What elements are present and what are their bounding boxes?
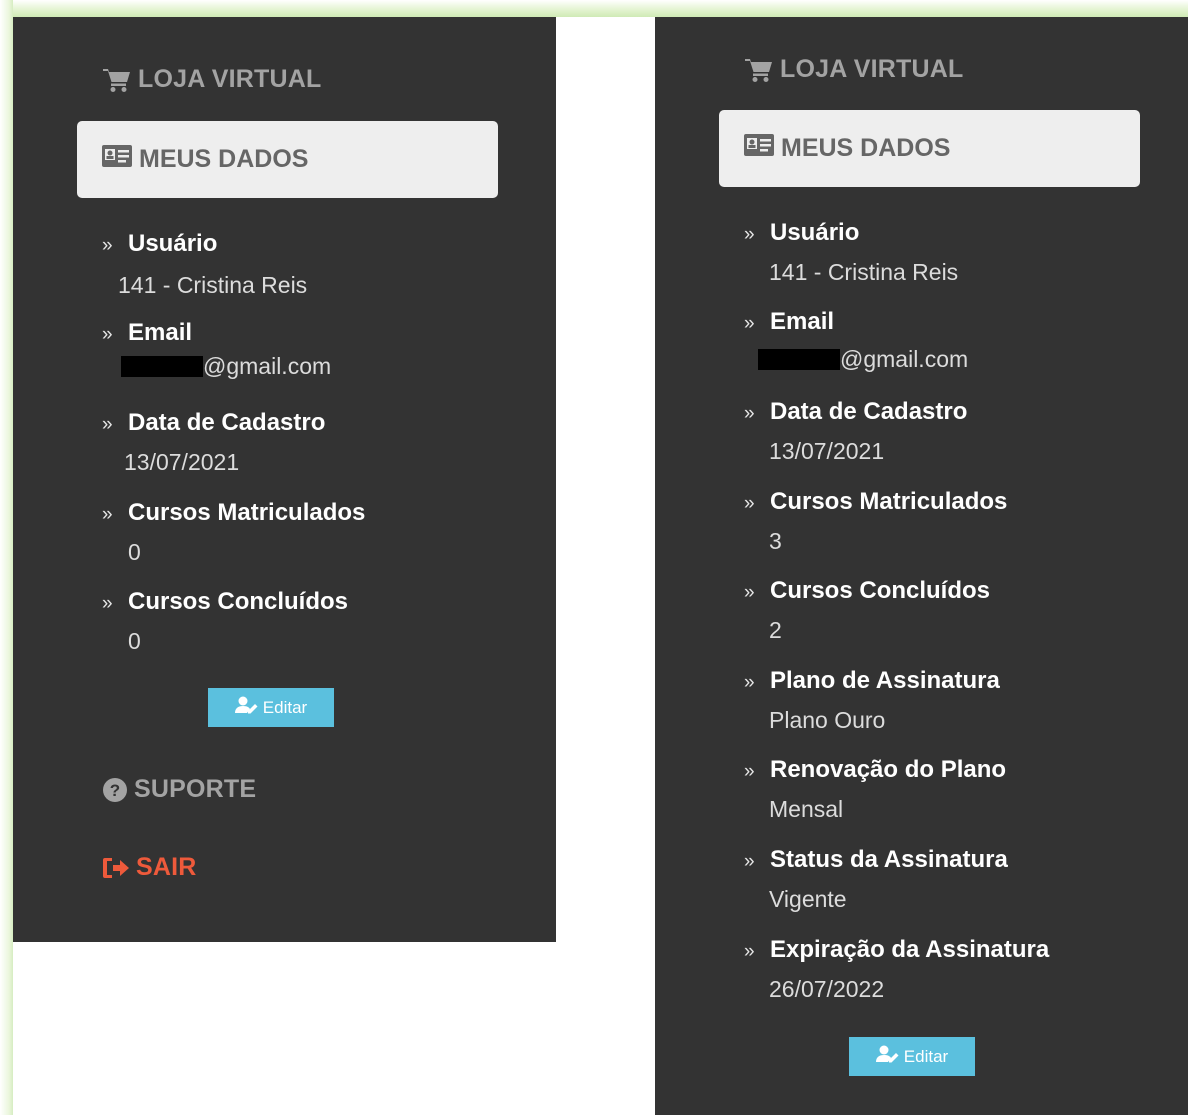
- nav-my-data-label: MEUS DADOS: [781, 134, 951, 162]
- chevron-icon: »: [744, 941, 755, 962]
- field-email: » Email @gmail.com: [744, 308, 968, 372]
- field-subscription-expiry: » Expiração da Assinatura 26/07/2022: [744, 936, 1050, 1002]
- nav-my-data-active[interactable]: MEUS DADOS: [77, 121, 498, 198]
- nav-my-data-label: MEUS DADOS: [139, 145, 309, 173]
- nav-support-link[interactable]: ? SUPORTE: [102, 775, 256, 804]
- edit-button[interactable]: Editar: [849, 1037, 975, 1076]
- chevron-icon: »: [744, 672, 755, 693]
- edit-button[interactable]: Editar: [208, 688, 334, 727]
- field-label: Usuário: [128, 230, 218, 257]
- chevron-icon: »: [744, 313, 755, 334]
- field-subscription-plan: » Plano de Assinatura Plano Ouro: [744, 667, 1000, 733]
- field-value: Mensal: [769, 796, 844, 822]
- chevron-icon: »: [102, 414, 113, 435]
- field-label: Cursos Concluídos: [128, 588, 349, 615]
- chevron-icon: »: [744, 582, 755, 603]
- field-label: Data de Cadastro: [128, 409, 326, 436]
- user-sidebar-basic: LOJA VIRTUAL MEUS DADOS » Usuário 141 - C…: [13, 17, 556, 942]
- id-card-icon: [102, 145, 132, 174]
- svg-text:?: ?: [110, 781, 121, 800]
- field-label: Plano de Assinatura: [770, 667, 1000, 694]
- field-subscription-status: » Status da Assinatura Vigente: [744, 846, 1008, 912]
- chevron-icon: »: [744, 224, 755, 245]
- field-user: » Usuário 141 - Cristina Reis: [744, 219, 958, 285]
- chevron-icon: »: [102, 593, 113, 614]
- field-value: 26/07/2022: [769, 976, 885, 1002]
- chevron-icon: »: [744, 761, 755, 782]
- field-label: Renovação do Plano: [770, 756, 1007, 783]
- chevron-icon: »: [102, 504, 113, 525]
- field-label: Expiração da Assinatura: [770, 936, 1050, 963]
- email-domain: @gmail.com: [840, 346, 969, 372]
- cart-icon: [102, 67, 132, 93]
- nav-store-link[interactable]: LOJA VIRTUAL: [102, 65, 321, 94]
- sign-out-icon: [102, 857, 130, 879]
- field-label: Cursos Matriculados: [128, 499, 366, 526]
- chevron-icon: »: [744, 493, 755, 514]
- field-email: » Email @gmail.com: [102, 319, 331, 379]
- frame-border-left: [0, 0, 13, 1115]
- chevron-icon: »: [102, 324, 113, 345]
- edit-button-label: Editar: [903, 1046, 949, 1066]
- nav-exit-link[interactable]: SAIR: [102, 853, 197, 882]
- email-domain: @gmail.com: [203, 353, 332, 379]
- field-label: Email: [128, 319, 193, 346]
- field-signup-date: » Data de Cadastro 13/07/2021: [744, 398, 968, 464]
- chevron-icon: »: [744, 851, 755, 872]
- field-completed-courses: » Cursos Concluídos 2: [744, 577, 991, 643]
- user-edit-icon: [875, 1045, 900, 1068]
- redaction-bar: [758, 349, 840, 370]
- chevron-icon: »: [102, 235, 113, 256]
- field-value: 13/07/2021: [124, 449, 240, 475]
- edit-button-label: Editar: [262, 697, 308, 717]
- field-label: Usuário: [770, 219, 860, 246]
- field-value: 141 - Cristina Reis: [118, 272, 308, 298]
- field-label: Cursos Concluídos: [770, 577, 991, 604]
- field-value: 13/07/2021: [769, 438, 885, 464]
- field-signup-date: » Data de Cadastro 13/07/2021: [102, 409, 326, 475]
- nav-my-data-active[interactable]: MEUS DADOS: [719, 110, 1140, 187]
- nav-store-label: LOJA VIRTUAL: [780, 55, 964, 83]
- field-value: @gmail.com: [758, 346, 968, 373]
- redaction-bar: [121, 356, 203, 377]
- frame-border-top: [0, 0, 1188, 17]
- field-value: @gmail.com: [121, 353, 331, 380]
- cart-icon: [744, 57, 774, 83]
- field-label: Cursos Matriculados: [770, 488, 1008, 515]
- field-plan-renewal: » Renovação do Plano Mensal: [744, 756, 1007, 822]
- field-value: 2: [769, 617, 782, 643]
- field-value: 0: [128, 628, 141, 654]
- field-completed-courses: » Cursos Concluídos 0: [102, 588, 349, 654]
- nav-store-link[interactable]: LOJA VIRTUAL: [744, 55, 963, 84]
- question-circle-icon: ?: [102, 777, 128, 803]
- field-value: 3: [769, 528, 782, 554]
- field-label: Email: [770, 308, 835, 335]
- field-label: Data de Cadastro: [770, 398, 968, 425]
- nav-store-label: LOJA VIRTUAL: [138, 65, 322, 93]
- user-sidebar-subscriber: LOJA VIRTUAL MEUS DADOS » Usuário 141 - C…: [655, 17, 1188, 1115]
- field-label: Status da Assinatura: [770, 846, 1008, 873]
- nav-support-label: SUPORTE: [134, 775, 257, 803]
- id-card-icon: [744, 134, 774, 163]
- nav-exit-label: SAIR: [136, 853, 197, 881]
- field-user: » Usuário 141 - Cristina Reis: [102, 230, 307, 298]
- user-edit-icon: [234, 696, 259, 719]
- field-value: 0: [128, 539, 141, 565]
- field-value: Plano Ouro: [769, 707, 886, 733]
- field-enrolled-courses: » Cursos Matriculados 0: [102, 499, 366, 565]
- field-value: 141 - Cristina Reis: [769, 259, 959, 285]
- chevron-icon: »: [744, 403, 755, 424]
- field-enrolled-courses: » Cursos Matriculados 3: [744, 488, 1008, 554]
- field-value: Vigente: [769, 886, 847, 912]
